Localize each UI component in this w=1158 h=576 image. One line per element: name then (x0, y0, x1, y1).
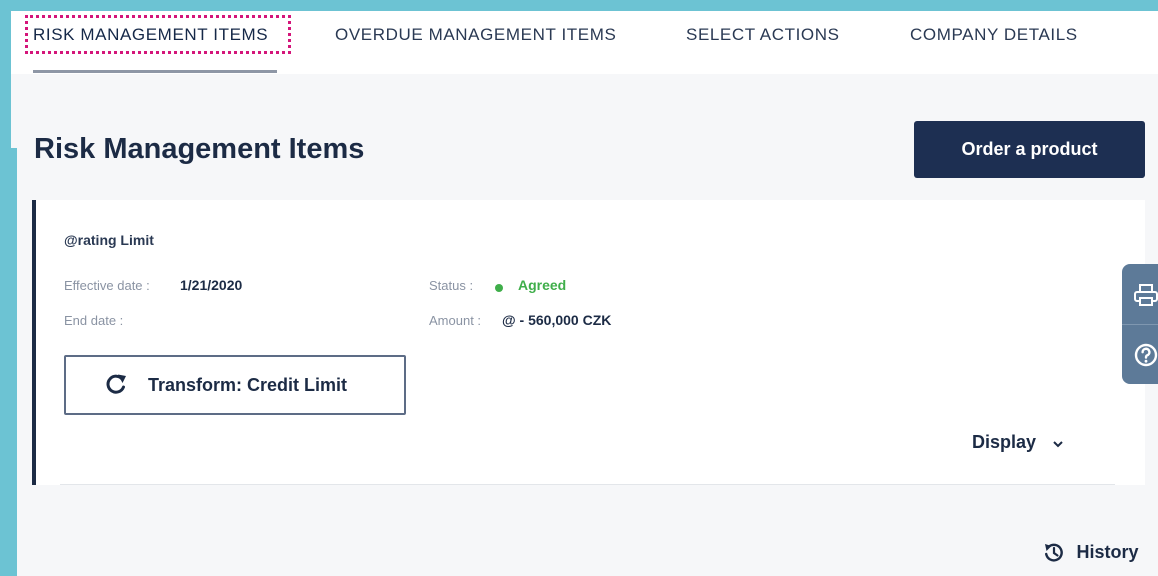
history-link[interactable]: History (1042, 541, 1138, 563)
effective-date-label: Effective date : (64, 278, 150, 293)
display-toggle[interactable]: Display (972, 432, 1064, 453)
chevron-down-icon (1053, 441, 1064, 448)
amount-label: Amount : (429, 313, 482, 328)
side-tool-panel (1122, 264, 1158, 384)
order-product-button[interactable]: Order a product (914, 121, 1145, 178)
risk-item-card: @rating Limit Effective date : 1/21/2020… (32, 200, 1145, 485)
help-icon[interactable] (1134, 343, 1158, 367)
active-tab-indicator (33, 70, 277, 73)
side-panel-divider (1122, 324, 1158, 325)
card-title: @rating Limit (64, 232, 154, 248)
status-indicator-dot (495, 284, 503, 292)
tab-risk-management-items[interactable]: RISK MANAGEMENT ITEMS (33, 25, 268, 45)
transform-button-label: Transform: Credit Limit (148, 375, 348, 395)
amount-value: @ - 560,000 CZK (502, 312, 612, 328)
history-label: History (1076, 541, 1139, 562)
frame-left-border (0, 148, 17, 576)
frame-left-border (0, 0, 11, 148)
end-date-label: End date : (64, 313, 124, 328)
tab-overdue-management-items[interactable]: OVERDUE MANAGEMENT ITEMS (335, 25, 616, 45)
transform-credit-limit-button[interactable]: Transform: Credit Limit (64, 355, 406, 415)
tab-select-actions[interactable]: SELECT ACTIONS (686, 25, 840, 45)
page-title: Risk Management Items (34, 133, 365, 165)
tab-bar: RISK MANAGEMENT ITEMS OVERDUE MANAGEMENT… (11, 11, 1158, 74)
status-label: Status : (429, 278, 474, 293)
tab-company-details[interactable]: COMPANY DETAILS (910, 25, 1078, 45)
card-divider (60, 484, 1115, 485)
refresh-icon (106, 374, 126, 394)
history-icon (1045, 543, 1063, 562)
frame-top-border (0, 0, 1158, 11)
status-value: Agreed (518, 277, 567, 293)
effective-date-value: 1/21/2020 (180, 277, 243, 293)
printer-icon[interactable] (1134, 284, 1158, 306)
display-toggle-label: Display (972, 432, 1037, 452)
